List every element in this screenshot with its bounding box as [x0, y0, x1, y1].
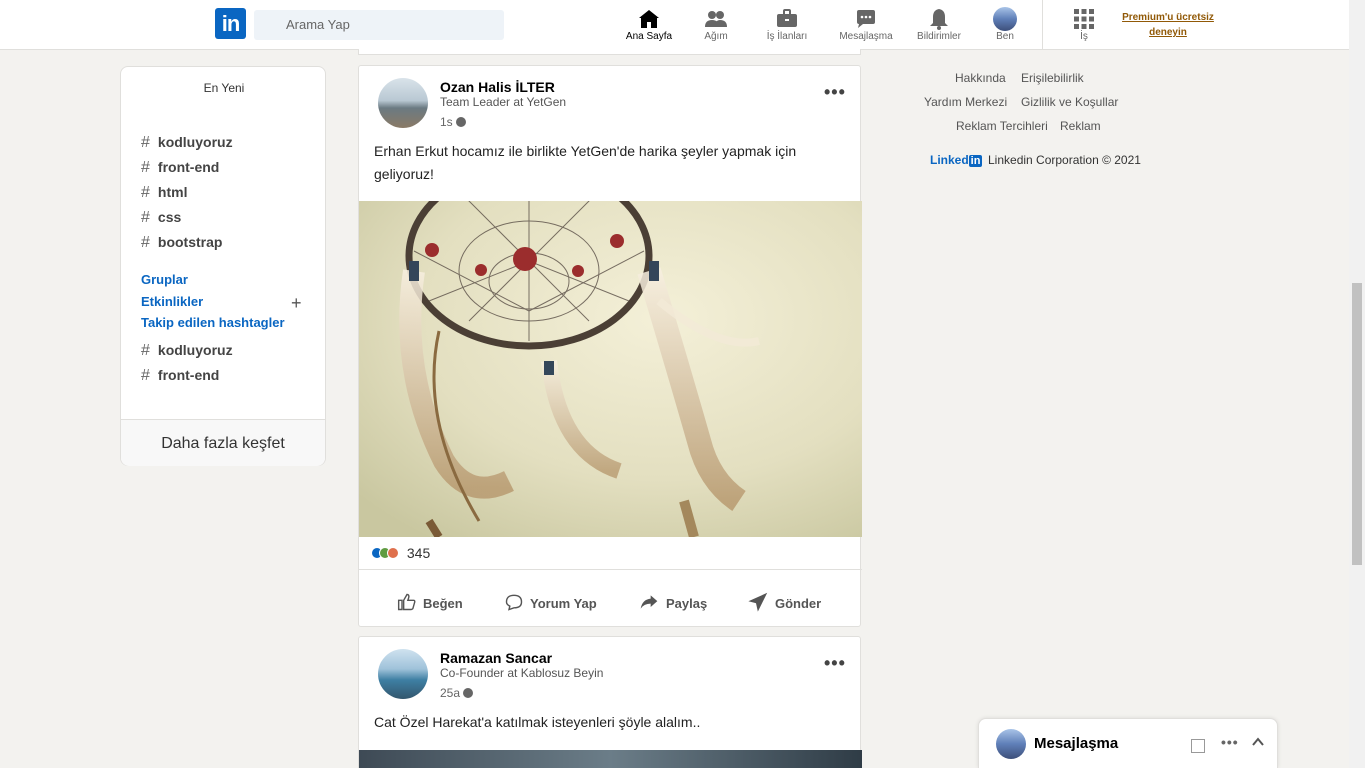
divider	[359, 569, 862, 570]
footer-link-ads[interactable]: Reklam	[1060, 119, 1101, 133]
send-button[interactable]: Gönder	[747, 592, 821, 612]
author-name[interactable]: Ozan Halis İLTER	[440, 79, 555, 95]
nav-network[interactable]: Ağım	[681, 7, 751, 42]
send-icon	[748, 592, 768, 612]
comment-button[interactable]: Yorum Yap	[504, 592, 597, 612]
globe-icon	[455, 117, 466, 127]
nav-jobs[interactable]: İş İlanları	[752, 7, 822, 42]
grid-icon	[1049, 7, 1119, 31]
briefcase-icon	[752, 7, 822, 31]
post-time: 25a	[440, 686, 474, 700]
chat-icon	[831, 7, 901, 31]
nav-work[interactable]: İş	[1049, 7, 1119, 42]
feed-post: Ozan Halis İLTER Team Leader at YetGen 1…	[358, 65, 862, 627]
nav-home[interactable]: Ana Sayfa	[614, 7, 684, 42]
footer-link-ad-prefs[interactable]: Reklam Tercihleri	[956, 119, 1048, 133]
events-link[interactable]: Etkinlikler	[141, 294, 203, 309]
network-icon	[681, 7, 751, 31]
nav-notifications-label: Bildirimler	[917, 31, 961, 42]
search-input[interactable]: Arama Yap	[254, 10, 504, 40]
messaging-title[interactable]: Mesajlaşma	[1034, 735, 1118, 752]
recent-tag[interactable]: # bootstrap	[141, 234, 222, 252]
recent-tag[interactable]: # html	[141, 184, 187, 202]
love-reaction-icon	[387, 547, 399, 559]
post-time: 1s	[440, 115, 466, 129]
compose-icon[interactable]	[1191, 739, 1205, 753]
author-headline: Co-Founder at Kablosuz Beyin	[440, 666, 604, 680]
post-image[interactable]	[359, 201, 862, 537]
post-text: Erhan Erkut hocamız ile birlikte YetGen'…	[374, 143, 797, 182]
post-text: Cat Özel Harekat'a katılmak isteyenleri …	[374, 714, 701, 730]
nav-work-label: İş	[1080, 31, 1088, 42]
recent-tag[interactable]: # css	[141, 209, 181, 227]
messaging-dock[interactable]: Mesajlaşma •••	[978, 718, 1278, 768]
nav-jobs-label: İş İlanları	[766, 31, 808, 42]
nav-home-label: Ana Sayfa	[625, 31, 673, 42]
author-headline: Team Leader at YetGen	[440, 95, 567, 109]
followed-hashtags-link[interactable]: Takip edilen hashtagler	[141, 315, 285, 330]
author-avatar[interactable]	[378, 649, 428, 699]
nav-network-label: Ağım	[704, 31, 728, 42]
home-icon	[614, 7, 684, 31]
nav-me[interactable]: Ben	[970, 7, 1040, 42]
footer-link-privacy[interactable]: Gizlilik ve Koşullar	[1021, 95, 1118, 109]
more-options-icon[interactable]: •••	[1221, 734, 1239, 750]
reaction-summary[interactable]: 345	[371, 545, 430, 561]
globe-icon	[463, 688, 474, 698]
recent-tag[interactable]: # kodluyoruz	[141, 134, 233, 152]
footer-link-help[interactable]: Yardım Merkezi	[924, 95, 1007, 109]
author-avatar[interactable]	[378, 78, 428, 128]
share-button[interactable]: Paylaş	[638, 592, 707, 612]
scrollbar[interactable]	[1349, 0, 1365, 768]
chevron-up-icon[interactable]	[1251, 735, 1265, 752]
thumbs-up-icon	[397, 593, 416, 611]
recent-title: En Yeni	[203, 81, 245, 95]
nav-divider	[1042, 0, 1043, 50]
more-options-icon[interactable]: •••	[824, 82, 846, 103]
nav-messaging[interactable]: Mesajlaşma	[831, 7, 901, 42]
followed-tag[interactable]: # front-end	[141, 367, 219, 385]
feed-post: Ramazan Sancar Co-Founder at Kablosuz Be…	[358, 636, 862, 768]
previous-post-stub	[358, 49, 861, 55]
avatar	[993, 7, 1017, 31]
avatar	[996, 729, 1026, 759]
copyright: Linkedin Corporation © 2021	[988, 153, 1141, 167]
discover-more-button[interactable]: Daha fazla keşfet	[121, 419, 325, 466]
like-button[interactable]: Beğen	[397, 592, 463, 612]
groups-link[interactable]: Gruplar	[141, 272, 188, 287]
left-sidebar: En Yeni # kodluyoruz # front-end # html # cs…	[120, 66, 326, 466]
footer-link-about[interactable]: Hakkında	[955, 71, 1006, 85]
share-icon	[640, 595, 658, 609]
recent-tag[interactable]: # front-end	[141, 159, 219, 177]
footer-link-accessibility[interactable]: Erişilebilirlik	[1021, 71, 1084, 85]
bell-icon	[904, 7, 974, 31]
author-name[interactable]: Ramazan Sancar	[440, 650, 552, 666]
reaction-count: 345	[406, 545, 431, 561]
top-navbar: in Arama Yap Ana Sayfa Ağım İş İlanları …	[0, 0, 1349, 50]
premium-link[interactable]: Premium'u ücretsiz deneyin	[1112, 10, 1224, 40]
add-event-icon[interactable]: +	[291, 293, 302, 314]
nav-messaging-label: Mesajlaşma	[839, 31, 893, 42]
more-options-icon[interactable]: •••	[824, 653, 846, 674]
nav-me-label: Ben	[996, 31, 1014, 42]
nav-notifications[interactable]: Bildirimler	[904, 7, 974, 42]
post-image[interactable]	[359, 750, 862, 768]
dreamcatcher-image	[359, 201, 862, 537]
linkedin-logo[interactable]: in	[215, 8, 246, 39]
scrollbar-thumb[interactable]	[1352, 283, 1362, 565]
comment-icon	[505, 594, 523, 611]
followed-tag[interactable]: # kodluyoruz	[141, 342, 233, 360]
linkedin-wordmark: Linked in	[930, 153, 983, 167]
